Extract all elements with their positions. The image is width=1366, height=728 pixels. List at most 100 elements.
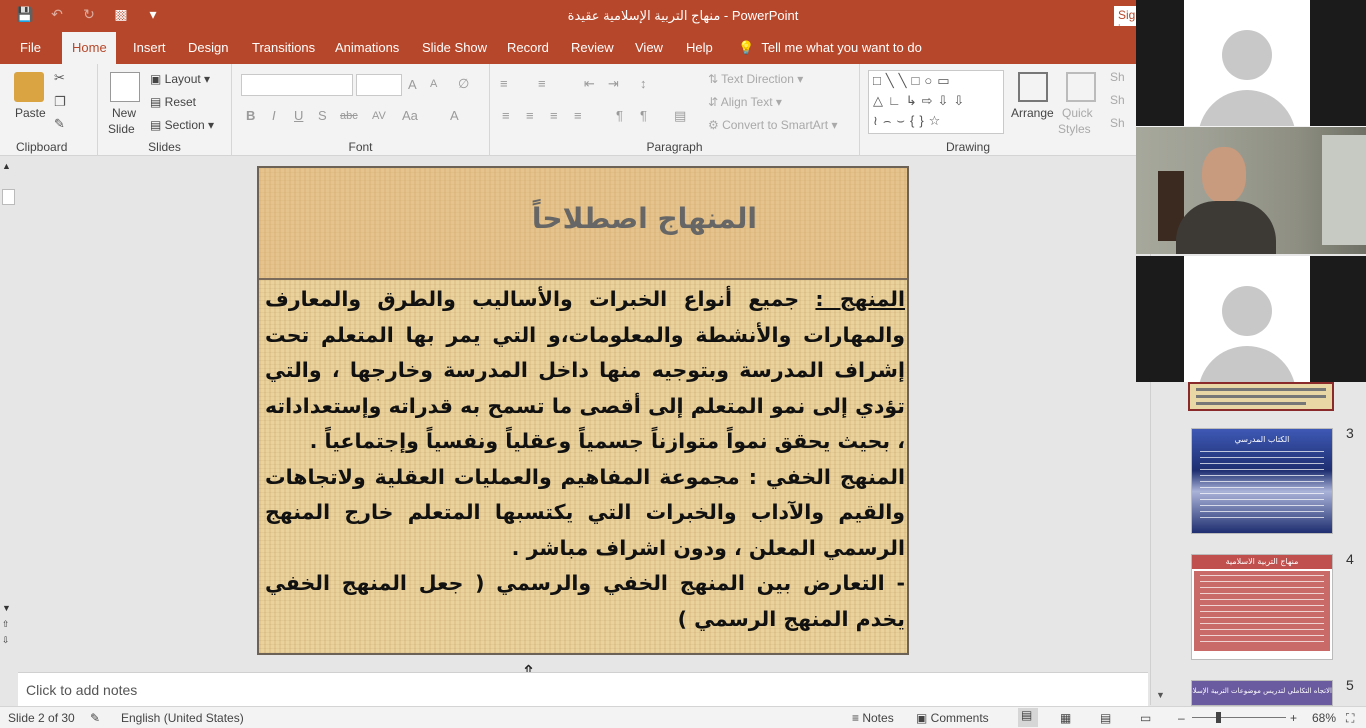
shape-fill-button[interactable]: Sh [1110, 70, 1125, 84]
layout-icon: ▣ [150, 72, 165, 86]
decrease-indent-icon[interactable]: ⇤ [584, 76, 595, 92]
change-case-button[interactable]: Aa [402, 108, 418, 123]
scroll-up-icon[interactable]: ▲ [2, 161, 11, 171]
slideshow-icon[interactable]: ▭ [1140, 711, 1151, 725]
reset-button[interactable]: ▤ Reset [150, 95, 196, 109]
slide-sorter-icon[interactable]: ▦ [1060, 711, 1071, 725]
font-color-button[interactable]: A [450, 108, 459, 123]
section-button[interactable]: ▤ Section ▾ [150, 118, 214, 132]
zoom-slider-thumb[interactable] [1216, 712, 1221, 723]
format-painter-icon[interactable]: ✎ [54, 116, 65, 132]
bullets-icon[interactable]: ≡ [500, 76, 508, 91]
zoom-level[interactable]: 68% [1312, 711, 1336, 725]
quick-styles-icon[interactable] [1066, 72, 1096, 102]
align-text-button[interactable]: ⇵ Align Text ▾ [708, 95, 782, 109]
shrink-font-icon[interactable]: A [430, 78, 437, 90]
increase-indent-icon[interactable]: ⇥ [608, 76, 619, 92]
character-spacing-button[interactable]: AV [372, 110, 386, 122]
tab-animations[interactable]: Animations [325, 32, 409, 64]
font-group: A A ∅ B I U S abc AV Aa A Font [232, 64, 490, 156]
spellcheck-icon[interactable]: ✎ [90, 711, 100, 725]
paste-button[interactable]: Paste [15, 106, 46, 120]
previous-slide-icon[interactable]: ⇧ [2, 619, 10, 630]
align-left-icon[interactable]: ≡ [502, 108, 510, 123]
notes-toggle[interactable]: ≡ Notes [852, 711, 894, 725]
underline-button[interactable]: U [294, 108, 303, 123]
convert-smartart-button[interactable]: ⚙ Convert to SmartArt ▾ [708, 118, 837, 132]
line-spacing-icon[interactable]: ↕ [640, 76, 647, 91]
zoom-out-button[interactable]: – [1178, 711, 1185, 725]
text-direction-icon: ⇅ [708, 72, 722, 86]
copy-icon[interactable]: ❐ [54, 94, 66, 110]
tab-review[interactable]: Review [561, 32, 624, 64]
numbering-icon[interactable]: ≡ [538, 76, 546, 91]
tab-insert[interactable]: Insert [123, 32, 176, 64]
tab-help[interactable]: Help [676, 32, 723, 64]
paragraph-label: Paragraph [646, 140, 703, 154]
language-indicator[interactable]: English (United States) [121, 711, 244, 725]
justify-icon[interactable]: ≡ [574, 108, 582, 123]
clear-formatting-icon[interactable]: ∅ [458, 76, 469, 92]
new-slide-icon[interactable] [110, 72, 140, 102]
slide-canvas[interactable]: المنهاج اصطلاحاً المنهج : جميع أنواع الخ… [257, 166, 909, 655]
paste-icon[interactable] [14, 72, 44, 102]
bold-button[interactable]: B [246, 108, 255, 123]
tell-me-search[interactable]: 💡 Tell me what you want to do [738, 32, 922, 64]
thumb-5-title: الاتجاه التكاملي لتدريس موضوعات التربية … [1191, 687, 1332, 695]
new-slide-button-line2[interactable]: Slide [108, 122, 135, 136]
tab-slide-show[interactable]: Slide Show [412, 32, 497, 64]
italic-button[interactable]: I [272, 108, 276, 123]
notes-pane[interactable]: Click to add notes [18, 672, 1148, 706]
presenter-body [1176, 201, 1276, 254]
comments-toggle-label: Comments [930, 711, 989, 725]
zoom-slider[interactable] [1192, 717, 1286, 718]
scroll-thumb[interactable] [2, 189, 15, 205]
reading-view-icon[interactable]: ▤ [1100, 711, 1111, 725]
rtl-icon[interactable]: ¶ [616, 108, 623, 123]
next-slide-icon[interactable]: ⇩ [2, 635, 10, 646]
thumbnail-slide-5[interactable]: الاتجاه التكاملي لتدريس موضوعات التربية … [1191, 680, 1333, 706]
shape-outline-button[interactable]: Sh [1110, 93, 1125, 107]
font-size-dropdown[interactable] [356, 74, 402, 96]
tab-design[interactable]: Design [178, 32, 238, 64]
grow-font-icon[interactable]: A [408, 77, 417, 92]
smartart-icon: ⚙ [708, 118, 723, 132]
shape-effects-button[interactable]: Sh [1110, 116, 1125, 130]
tab-record[interactable]: Record [497, 32, 559, 64]
align-center-icon[interactable]: ≡ [526, 108, 534, 123]
quick-styles-button-line2[interactable]: Styles [1058, 122, 1091, 136]
align-right-icon[interactable]: ≡ [550, 108, 558, 123]
shapes-gallery[interactable]: □╲╲□○▭ △∟↳⇨⇩⇩ ≀⌢⌣{}☆ [868, 70, 1004, 134]
layout-button[interactable]: ▣ Layout ▾ [150, 72, 210, 86]
arrange-icon[interactable] [1018, 72, 1048, 102]
new-slide-button[interactable]: New [112, 106, 136, 120]
thumbs-scroll-down-icon[interactable]: ▼ [1156, 690, 1165, 700]
strikethrough-button[interactable]: abc [340, 110, 358, 122]
thumbnail-slide-3[interactable]: الكتاب المدرسي [1191, 428, 1333, 534]
ltr-icon[interactable]: ¶ [640, 108, 647, 123]
thumbnail-slide-4[interactable]: منهاج التربية الاسلامية [1191, 554, 1333, 660]
slide-title-placeholder[interactable]: المنهاج اصطلاحاً [259, 168, 907, 280]
tab-home[interactable]: Home [62, 32, 116, 64]
fit-to-window-icon[interactable]: ⛶ [1346, 711, 1354, 726]
tab-view[interactable]: View [625, 32, 673, 64]
scroll-down-icon[interactable]: ▼ [2, 603, 11, 613]
normal-view-button[interactable]: ▤ [1018, 708, 1038, 727]
thumbnail-slide-2[interactable] [1188, 382, 1334, 411]
reset-icon: ▤ [150, 95, 165, 109]
comments-toggle[interactable]: ▣ Comments [916, 711, 989, 725]
zoom-in-button[interactable]: + [1290, 711, 1297, 725]
tab-transitions[interactable]: Transitions [242, 32, 325, 64]
comments-icon: ▣ [916, 711, 931, 725]
tab-file[interactable]: File [10, 32, 51, 64]
participant-1-placeholder [1184, 0, 1310, 126]
cut-icon[interactable]: ✂ [54, 70, 65, 86]
font-family-dropdown[interactable] [241, 74, 353, 96]
columns-icon[interactable]: ▤ [674, 108, 686, 124]
arrange-button[interactable]: Arrange [1011, 106, 1054, 120]
text-shadow-button[interactable]: S [318, 108, 327, 123]
quick-styles-button[interactable]: Quick [1062, 106, 1093, 120]
slides-group: New Slide ▣ Layout ▾ ▤ Reset ▤ Section ▾… [98, 64, 232, 156]
text-direction-button[interactable]: ⇅ Text Direction ▾ [708, 72, 803, 86]
slide-body-placeholder[interactable]: المنهج : جميع أنواع الخبرات والأساليب وا… [265, 282, 905, 652]
